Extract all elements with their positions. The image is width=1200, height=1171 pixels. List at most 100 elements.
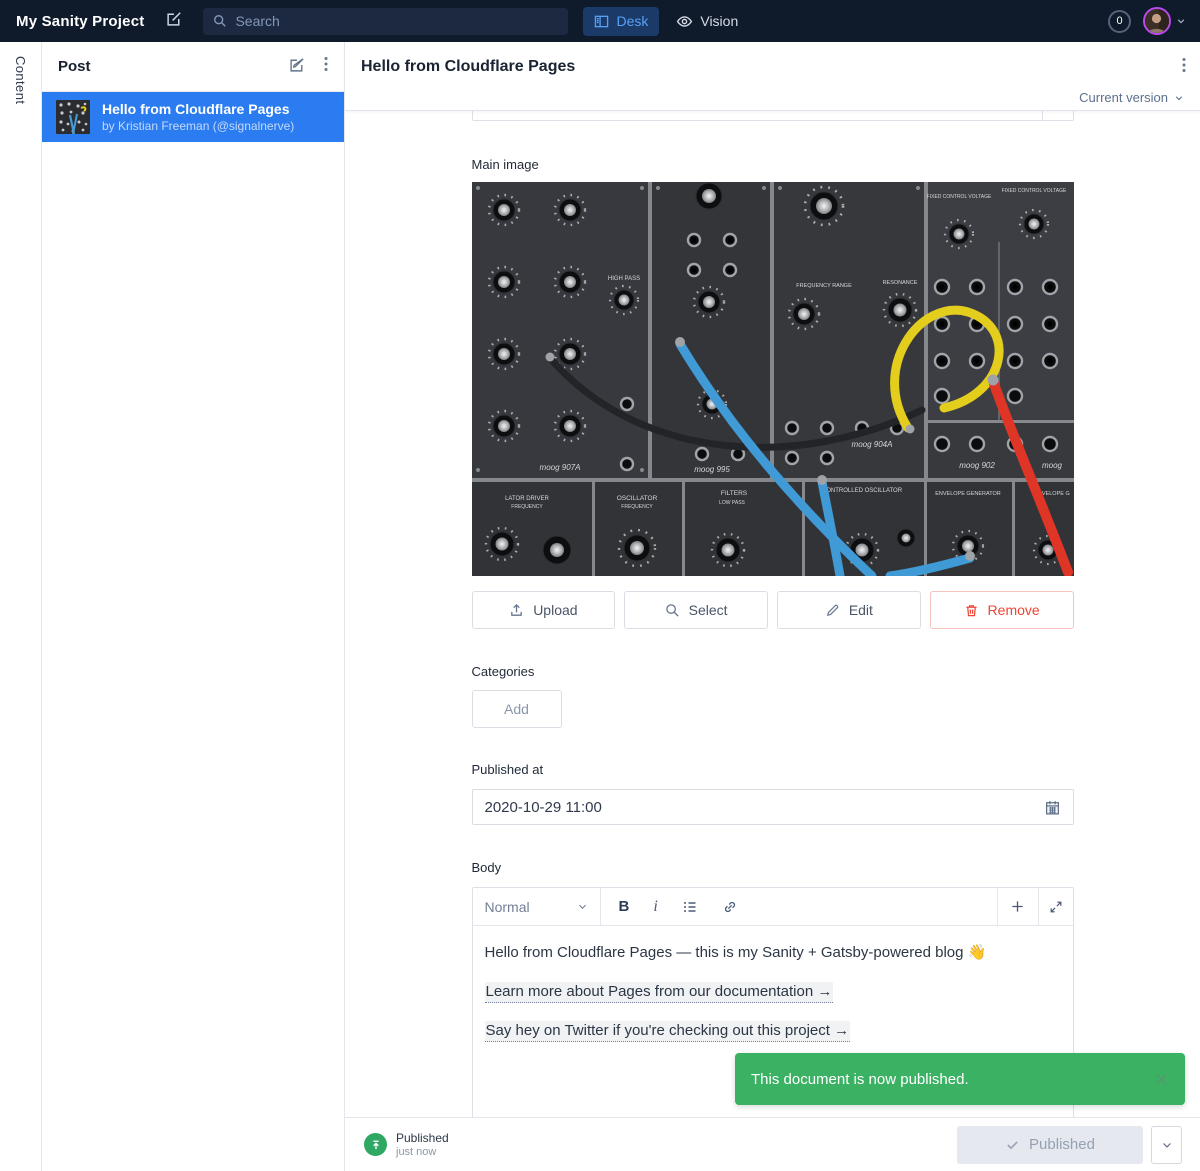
editor-toolbar: Normal B i [473, 888, 1073, 926]
search-placeholder: Search [235, 13, 279, 29]
plus-icon [1010, 899, 1025, 914]
svg-text:RESONANCE: RESONANCE [882, 280, 917, 286]
svg-text:OSCILLATOR: OSCILLATOR [616, 495, 657, 502]
svg-text:LATOR DRIVER: LATOR DRIVER [505, 496, 549, 502]
desk-label: Desk [616, 13, 648, 29]
version-selector[interactable]: Current version [1079, 90, 1184, 105]
paragraph-style-select[interactable]: Normal [473, 888, 601, 925]
kebab-icon [324, 56, 328, 77]
search-input[interactable]: Search [203, 8, 568, 35]
eye-icon [676, 13, 693, 30]
categories-label: Categories [472, 664, 535, 679]
remove-button[interactable]: Remove [930, 591, 1074, 629]
calendar-icon[interactable] [1044, 799, 1061, 816]
tab-vision[interactable]: Vision [676, 13, 738, 30]
svg-text:LOW PASS: LOW PASS [719, 500, 745, 506]
bullet-list-icon [682, 899, 698, 915]
publish-menu-button[interactable] [1151, 1126, 1182, 1164]
desk-icon [594, 14, 609, 29]
post-list-pane: Post Hello from Cloudflare Pages by Kris… [42, 42, 345, 1171]
search-icon [665, 603, 680, 618]
edit-button[interactable]: Edit [777, 591, 921, 629]
upload-button[interactable]: Upload [472, 591, 616, 629]
link-button[interactable] [710, 888, 750, 925]
body-link-2[interactable]: Say hey on Twitter if you're checking ou… [485, 1021, 851, 1042]
top-bar: My Sanity Project Search Desk Vision 0 [0, 0, 1200, 42]
svg-text:moog 995: moog 995 [694, 465, 730, 474]
project-title: My Sanity Project [16, 13, 144, 30]
version-label: Current version [1079, 90, 1168, 105]
publish-toast: This document is now published. [735, 1053, 1185, 1105]
svg-text:ENVELOPE GENERATOR: ENVELOPE GENERATOR [935, 491, 1001, 497]
insert-block-button[interactable] [997, 888, 1038, 925]
user-menu-chevron-icon[interactable] [1176, 16, 1186, 26]
toast-message: This document is now published. [751, 1071, 1154, 1088]
svg-text:CONTROLLED OSCILLATOR: CONTROLLED OSCILLATOR [821, 488, 902, 494]
main-image-preview[interactable]: HIGH PASS FREQUENCY RANGE RESONANCE moog… [472, 182, 1074, 576]
svg-text:moog: moog [1041, 461, 1062, 470]
publish-button[interactable]: Published [957, 1126, 1143, 1164]
kebab-icon [1182, 60, 1186, 77]
document-pane: Hello from Cloudflare Pages Current vers… [345, 42, 1200, 1171]
tab-desk[interactable]: Desk [583, 7, 659, 36]
published-status-icon [364, 1133, 387, 1156]
compose-icon [289, 56, 306, 78]
search-icon [213, 14, 227, 28]
main-image-label: Main image [472, 157, 539, 172]
vision-label: Vision [700, 13, 738, 29]
link-icon [722, 899, 738, 915]
add-category-button[interactable]: Add [472, 690, 562, 728]
bullet-list-button[interactable] [670, 888, 710, 925]
published-at-input[interactable]: 2020-10-29 11:00 [472, 789, 1074, 825]
post-item-text: Hello from Cloudflare Pages by Kristian … [102, 101, 294, 133]
trash-icon [964, 603, 979, 618]
new-document-button[interactable] [166, 10, 183, 32]
status-time: just now [396, 1146, 449, 1158]
document-form: Main image [345, 111, 1200, 1117]
content-rail: Content [0, 42, 42, 1171]
document-menu-button[interactable] [1182, 57, 1186, 78]
bold-button[interactable]: B [607, 888, 642, 925]
body-link-paragraph: Say hey on Twitter if you're checking ou… [485, 1021, 1061, 1041]
create-post-button[interactable] [289, 56, 306, 78]
svg-text:FILTERS: FILTERS [720, 490, 747, 497]
select-button[interactable]: Select [624, 591, 768, 629]
svg-text:moog 904A: moog 904A [851, 440, 892, 449]
pane-menu-button[interactable] [324, 56, 328, 77]
toast-close-button[interactable] [1154, 1072, 1169, 1087]
expand-icon [1049, 900, 1063, 914]
chevron-down-icon [1174, 93, 1184, 103]
field-divider [1042, 111, 1043, 120]
svg-text:FREQUENCY: FREQUENCY [621, 504, 653, 510]
post-list-header: Post [42, 42, 344, 92]
document-footer: Published just now Published [345, 1117, 1200, 1171]
image-actions: Upload Select Edit Remove [472, 591, 1074, 629]
pencil-icon [825, 603, 840, 618]
pane-title: Post [58, 58, 91, 75]
body-link-paragraph: Learn more about Pages from our document… [485, 982, 1061, 1002]
svg-text:moog 902: moog 902 [959, 461, 995, 470]
avatar[interactable] [1143, 7, 1171, 35]
svg-text:FIXED CONTROL VOLTAGE: FIXED CONTROL VOLTAGE [926, 194, 991, 200]
synthesizer-photo: HIGH PASS FREQUENCY RANGE RESONANCE moog… [472, 182, 1074, 576]
body-link-1[interactable]: Learn more about Pages from our document… [485, 982, 834, 1003]
document-header: Hello from Cloudflare Pages Current vers… [345, 42, 1200, 111]
published-at-value: 2020-10-29 11:00 [485, 799, 602, 816]
check-icon [1005, 1137, 1020, 1152]
svg-text:FREQUENCY RANGE: FREQUENCY RANGE [796, 283, 852, 289]
svg-text:FREQUENCY: FREQUENCY [511, 504, 543, 510]
slug-field-partial[interactable] [472, 111, 1074, 121]
notifications-badge[interactable]: 0 [1108, 10, 1131, 33]
post-list-item-selected[interactable]: Hello from Cloudflare Pages by Kristian … [42, 92, 344, 142]
svg-text:moog 907A: moog 907A [539, 463, 580, 472]
publish-status[interactable]: Published just now [396, 1131, 449, 1158]
italic-button[interactable]: i [641, 888, 669, 925]
document-title: Hello from Cloudflare Pages [361, 58, 575, 76]
fullscreen-button[interactable] [1038, 888, 1073, 925]
tab-content[interactable]: Content [13, 56, 28, 104]
status-title: Published [396, 1131, 449, 1145]
chevron-down-icon [577, 901, 588, 912]
publish-arrow-icon [370, 1139, 382, 1151]
body-label: Body [472, 860, 502, 875]
chevron-down-icon [1161, 1139, 1173, 1151]
